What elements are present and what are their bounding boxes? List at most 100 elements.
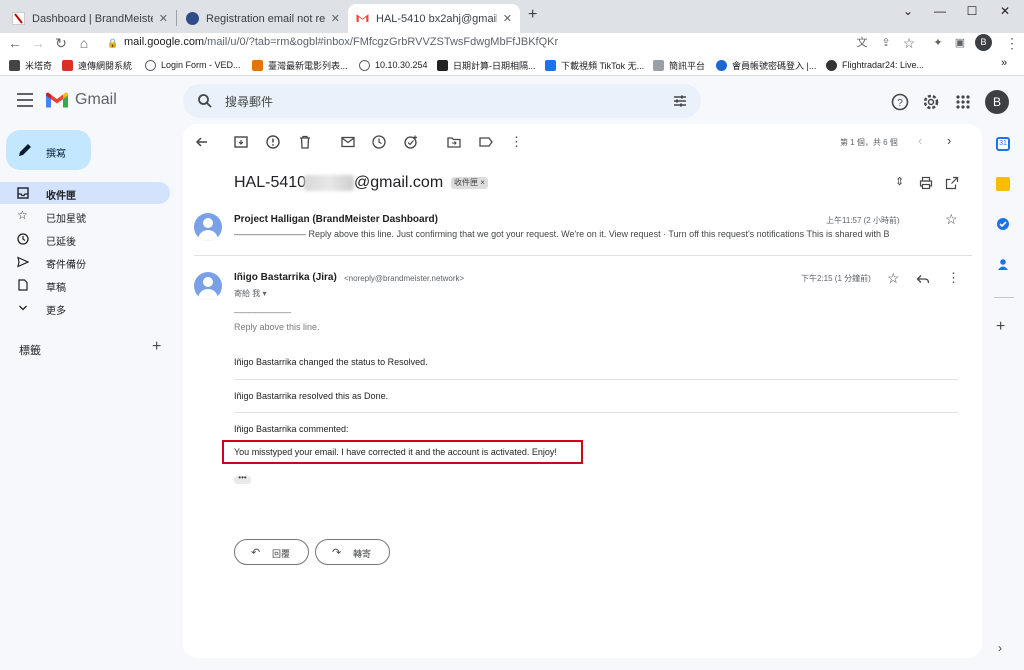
url-host: mail.google.com xyxy=(124,36,205,48)
archive-icon[interactable] xyxy=(233,134,249,150)
message-snippet[interactable]: ———————— Reply above this line. Just con… xyxy=(234,229,894,239)
side-panel-icon[interactable]: ▣ xyxy=(951,35,969,51)
search-icon[interactable] xyxy=(197,93,213,109)
minimize-button[interactable]: — xyxy=(925,2,955,22)
star-icon[interactable]: ☆ xyxy=(945,211,958,228)
main-menu-icon[interactable] xyxy=(17,93,33,109)
nav-drafts[interactable]: 草稿 xyxy=(0,274,170,296)
more-options-icon[interactable]: ⋮ xyxy=(947,270,960,286)
bookmark-item[interactable]: 日期計算-日期相隔... xyxy=(437,58,536,72)
more-options-icon[interactable]: ⋮ xyxy=(510,134,523,150)
tab-search-icon[interactable]: ⌄ xyxy=(893,2,923,22)
add-label-button[interactable]: + xyxy=(152,338,161,356)
tasks-icon[interactable] xyxy=(996,217,1010,231)
tab-gmail-active[interactable]: HAL-5410 bx2ahj@gmail.com ✕ xyxy=(348,4,520,33)
extensions-icon[interactable]: ✦ xyxy=(929,35,947,51)
open-new-window-icon[interactable] xyxy=(945,176,959,190)
newer-icon[interactable]: ‹ xyxy=(918,133,922,148)
bookmark-label: Flightradar24: Live... xyxy=(842,60,925,70)
search-input[interactable]: 搜尋郵件 xyxy=(225,93,273,110)
back-to-inbox-icon[interactable] xyxy=(194,134,210,150)
keep-icon[interactable] xyxy=(996,177,1010,191)
new-tab-button[interactable]: + xyxy=(528,6,537,24)
get-addons-icon[interactable]: + xyxy=(996,318,1005,336)
reply-icon[interactable] xyxy=(916,272,930,286)
delete-icon[interactable] xyxy=(297,134,313,150)
forward-icon[interactable]: → xyxy=(29,35,47,51)
bookmark-star-icon[interactable]: ☆ xyxy=(900,35,918,51)
bookmark-item[interactable]: 會員帳號密碼登入 |... xyxy=(716,58,816,72)
jira-favicon xyxy=(186,12,199,25)
bookmarks-overflow[interactable]: » xyxy=(1001,57,1007,69)
add-task-icon[interactable] xyxy=(403,134,419,150)
show-trimmed-content-button[interactable]: ••• xyxy=(234,474,251,484)
settings-gear-icon[interactable] xyxy=(922,93,940,111)
older-icon[interactable]: › xyxy=(947,133,951,148)
redacted-text xyxy=(304,175,354,191)
nav-more[interactable]: 更多 xyxy=(0,297,170,319)
address-bar[interactable]: mail.google.com/mail/u/0/?tab=rm&ogbl#in… xyxy=(124,35,844,50)
close-tab-icon[interactable]: ✕ xyxy=(159,12,168,25)
home-icon[interactable]: ⌂ xyxy=(75,35,93,51)
nav-starred[interactable]: ☆ 已加星號 xyxy=(0,205,170,227)
print-icon[interactable] xyxy=(919,176,933,190)
report-spam-icon[interactable] xyxy=(265,134,281,150)
nav-inbox[interactable]: 收件匣 xyxy=(0,182,170,204)
message-time: 上午11:57 (2 小時前) xyxy=(826,216,900,225)
close-window-button[interactable]: ✕ xyxy=(990,2,1020,22)
bookmark-item[interactable]: Flightradar24: Live... xyxy=(826,58,924,72)
mark-unread-icon[interactable] xyxy=(340,134,356,150)
translate-icon[interactable]: 文 xyxy=(853,35,871,51)
move-to-icon[interactable] xyxy=(446,134,462,150)
close-tab-icon[interactable]: ✕ xyxy=(503,12,512,25)
bookmark-label: 下載視頻 TikTok 无... xyxy=(561,60,645,71)
svg-text:?: ? xyxy=(897,98,903,109)
recipient-details[interactable]: 寄給 我 ▾ xyxy=(234,288,266,299)
reload-icon[interactable]: ↻ xyxy=(52,35,70,51)
apps-grid-icon[interactable] xyxy=(954,93,972,111)
tab-registration[interactable]: Registration email not received ✕ xyxy=(178,4,348,33)
snooze-icon[interactable] xyxy=(371,134,387,150)
avatar-head-shape xyxy=(203,277,213,287)
message-sender[interactable]: Iñigo Bastarrika (Jira) xyxy=(234,272,337,283)
browser-menu-icon[interactable]: ⋮ xyxy=(1003,35,1021,51)
bookmark-item[interactable]: 簡訊平台 xyxy=(653,58,705,72)
bookmark-item[interactable]: 臺灣最新電影列表... xyxy=(252,58,348,72)
bookmark-item[interactable]: Login Form - VED... xyxy=(145,58,241,72)
reply-button[interactable]: ↶ 回覆 xyxy=(234,539,309,565)
bookmark-icon xyxy=(653,59,664,71)
help-icon[interactable]: ? xyxy=(891,93,909,111)
maximize-button[interactable]: ☐ xyxy=(957,2,987,22)
bookmark-label: 臺灣最新電影列表... xyxy=(268,60,348,71)
account-avatar[interactable]: B xyxy=(985,90,1009,114)
nav-sent[interactable]: 寄件備份 xyxy=(0,251,170,273)
expand-all-icon[interactable]: ⇕ xyxy=(895,175,904,188)
bookmark-item[interactable]: 米塔奇 xyxy=(9,58,52,72)
tab-dashboard[interactable]: Dashboard | BrandMeister ✕ xyxy=(4,4,176,33)
reply-label: 回覆 xyxy=(272,549,291,559)
nav-label: 寄件備份 xyxy=(46,260,86,271)
hide-side-panel-icon[interactable]: › xyxy=(998,641,1002,655)
labels-heading: 標籤 xyxy=(19,345,41,357)
bookmark-item[interactable]: 下載視頻 TikTok 无... xyxy=(545,58,644,72)
nav-snoozed[interactable]: 已延後 xyxy=(0,228,170,250)
forward-button[interactable]: ↷ 轉寄 xyxy=(315,539,390,565)
star-icon: ☆ xyxy=(17,208,28,222)
profile-avatar[interactable]: B xyxy=(975,34,992,51)
bookmark-item[interactable]: 遠傳網閱系統 xyxy=(62,58,132,72)
close-tab-icon[interactable]: ✕ xyxy=(331,12,340,25)
label-icon[interactable] xyxy=(478,134,494,150)
share-icon[interactable]: ⇪ xyxy=(877,35,895,51)
message-sender[interactable]: Project Halligan (BrandMeister Dashboard… xyxy=(234,214,438,225)
chevron-down-icon xyxy=(19,305,27,311)
contacts-icon[interactable] xyxy=(996,257,1010,271)
inbox-label-chip[interactable]: 收件匣 × xyxy=(451,177,488,189)
calendar-icon[interactable]: 31 xyxy=(996,137,1010,151)
tab-label: Dashboard | BrandMeister xyxy=(32,12,153,25)
star-icon[interactable]: ☆ xyxy=(887,270,900,287)
bookmark-item[interactable]: 10.10.30.254 xyxy=(359,58,428,72)
gmail-brand: Gmail xyxy=(75,91,117,108)
search-options-icon[interactable] xyxy=(672,93,688,109)
bookmark-label: Login Form - VED... xyxy=(161,60,241,70)
back-icon[interactable]: ← xyxy=(6,35,24,51)
